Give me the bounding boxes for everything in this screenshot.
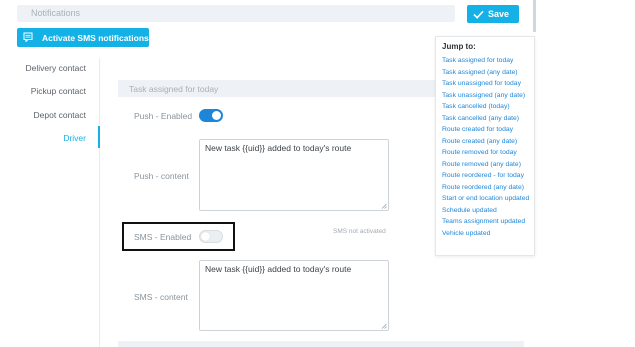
resize-grip-icon[interactable]	[381, 323, 387, 329]
sms-enabled-toggle[interactable]	[199, 230, 223, 243]
push-enabled-toggle[interactable]	[199, 109, 223, 122]
sms-content-label: SMS - content	[134, 292, 188, 302]
next-section-header	[118, 341, 524, 347]
sidebar-item-pickup-contact[interactable]: Pickup contact	[31, 86, 86, 96]
jump-link[interactable]: Start or end location updated	[442, 193, 529, 205]
save-button[interactable]: Save	[467, 5, 519, 23]
sidebar-active-indicator	[98, 126, 100, 148]
jump-link[interactable]: Teams assignment updated	[442, 216, 529, 228]
sidebar-item-depot-contact[interactable]: Depot contact	[34, 110, 86, 120]
jump-link[interactable]: Route removed (any date)	[442, 159, 529, 171]
sidebar-divider	[99, 58, 100, 347]
jump-link[interactable]: Task cancelled (today)	[442, 101, 529, 113]
notifications-bar	[17, 5, 455, 22]
section-title: Task assigned for today	[129, 84, 219, 94]
save-label: Save	[487, 9, 509, 19]
jump-link[interactable]: Route removed for today	[442, 147, 529, 159]
jump-to-list: Task assigned for today Task assigned (a…	[442, 55, 529, 239]
sms-content-textarea[interactable]: New task {{uid}} added to today's route	[199, 260, 389, 331]
page-edge-divider	[533, 0, 536, 32]
jump-link[interactable]: Schedule updated	[442, 205, 529, 217]
jump-link[interactable]: Route reordered - for today	[442, 170, 529, 182]
jump-link[interactable]: Vehicle updated	[442, 228, 529, 240]
check-icon	[473, 10, 484, 19]
jump-link[interactable]: Route created (any date)	[442, 136, 529, 148]
sidebar-nav: Delivery contact Pickup contact Depot co…	[0, 58, 100, 158]
jump-link[interactable]: Task assigned (any date)	[442, 67, 529, 79]
push-content-label: Push - content	[134, 171, 189, 181]
jump-to-title: Jump to:	[442, 42, 476, 51]
resize-grip-icon[interactable]	[381, 203, 387, 209]
sidebar-item-delivery-contact[interactable]: Delivery contact	[26, 63, 86, 73]
push-content-text: New task {{uid}} added to today's route	[205, 143, 352, 153]
activate-sms-label: Activate SMS notifications	[42, 32, 149, 43]
jump-link[interactable]: Task assigned for today	[442, 55, 529, 67]
sms-enabled-label: SMS - Enabled	[134, 232, 192, 242]
notifications-title: Notifications	[31, 8, 81, 18]
jump-link[interactable]: Route created for today	[442, 124, 529, 136]
sms-status-note: SMS not activated	[333, 228, 386, 235]
push-enabled-label: Push - Enabled	[134, 111, 193, 121]
jump-link[interactable]: Task unassigned for today	[442, 78, 529, 90]
message-icon	[23, 32, 42, 44]
jump-link[interactable]: Task cancelled (any date)	[442, 113, 529, 125]
push-content-textarea[interactable]: New task {{uid}} added to today's route	[199, 139, 389, 211]
jump-to-panel: Jump to: Task assigned for today Task as…	[435, 36, 535, 256]
sms-content-text: New task {{uid}} added to today's route	[205, 264, 352, 274]
sidebar-item-driver[interactable]: Driver	[63, 133, 86, 143]
jump-link[interactable]: Route reordered (any date)	[442, 182, 529, 194]
activate-sms-button[interactable]: Activate SMS notifications	[17, 28, 149, 47]
jump-link[interactable]: Task unassigned (any date)	[442, 90, 529, 102]
